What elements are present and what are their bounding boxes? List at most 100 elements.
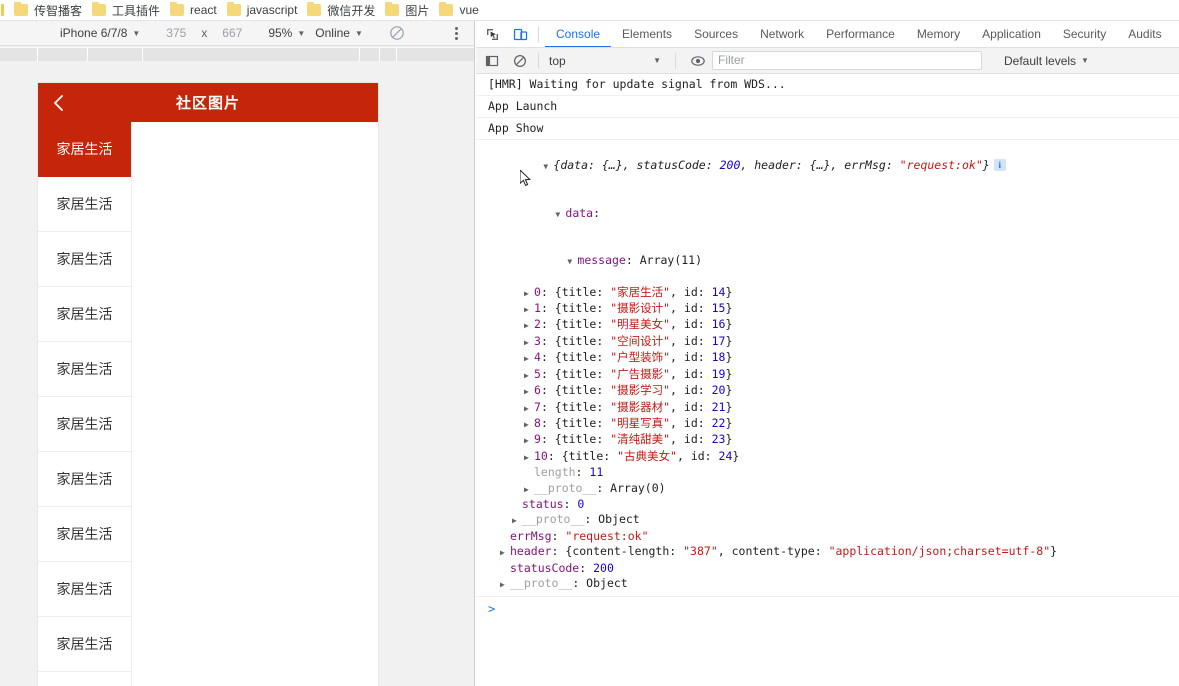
tab-console[interactable]: Console: [545, 21, 612, 47]
throttling-select[interactable]: Online ▼: [315, 26, 363, 40]
array-index: 1: [534, 301, 541, 316]
expand-triangle-icon[interactable]: ▶: [524, 401, 534, 416]
viewport-width-input[interactable]: 375: [158, 26, 194, 40]
expand-triangle-icon[interactable]: ▶: [524, 318, 534, 333]
expand-triangle-icon[interactable]: ▼: [555, 207, 565, 222]
summary-status-sep: :: [705, 158, 720, 173]
header-content-length-value: "387": [683, 544, 718, 559]
expand-triangle-icon[interactable]: ▶: [524, 335, 534, 350]
more-options-icon[interactable]: [449, 26, 463, 40]
expand-triangle-icon[interactable]: ▶: [524, 368, 534, 383]
array-item-2[interactable]: ▶ 2: {title: "明星美女", id: 16}: [476, 317, 1179, 333]
array-item-10[interactable]: ▶ 10: {title: "古典美女", id: 24}: [476, 449, 1179, 465]
array-id: 18: [711, 350, 726, 365]
category-item-9[interactable]: 家居生活: [38, 617, 131, 672]
bookmark-item-3[interactable]: javascript: [226, 2, 298, 17]
toggle-device-toolbar-icon[interactable]: [508, 22, 532, 46]
tab-application[interactable]: Application: [971, 21, 1052, 47]
bookmark-folder-partial-icon[interactable]: [1, 4, 4, 16]
array-title: "摄影设计": [610, 301, 671, 316]
array-item-1[interactable]: ▶ 1: {title: "摄影设计", id: 15}: [476, 301, 1179, 317]
expand-triangle-icon[interactable]: ▶: [512, 513, 522, 528]
expand-triangle-icon[interactable]: ▶: [524, 302, 534, 317]
category-item-5[interactable]: 家居生活: [38, 397, 131, 452]
expand-triangle-icon[interactable]: ▶: [524, 417, 534, 432]
category-item-10[interactable]: 家居生活: [38, 672, 131, 686]
back-chevron-icon[interactable]: [48, 92, 70, 114]
array-id: 21: [711, 399, 726, 414]
console-log[interactable]: [HMR] Waiting for update signal from WDS…: [476, 74, 1179, 617]
expand-triangle-icon[interactable]: ▶: [524, 286, 534, 301]
bookmark-item-5[interactable]: 图片: [385, 2, 429, 19]
viewport-scroll-ruler[interactable]: [0, 47, 474, 61]
page-title: 社区图片: [175, 95, 240, 112]
category-item-1[interactable]: 家居生活: [38, 177, 131, 232]
category-label: 家居生活: [56, 581, 113, 597]
info-badge-icon[interactable]: i: [993, 159, 1006, 172]
console-sidebar-icon[interactable]: [480, 49, 504, 73]
tab-elements[interactable]: Elements: [611, 21, 683, 47]
expand-triangle-icon[interactable]: ▶: [500, 577, 510, 592]
tab-vue[interactable]: Vue: [1173, 21, 1179, 47]
log-levels-select[interactable]: Default levels ▼: [1004, 54, 1089, 68]
array-item-9[interactable]: ▶ 9: {title: "清纯甜美", id: 23}: [476, 432, 1179, 448]
category-item-6[interactable]: 家居生活: [38, 452, 131, 507]
tree-proto-object-node-2[interactable]: ▶ __proto__: Object: [476, 576, 1179, 592]
bookmark-item-6[interactable]: vue: [439, 2, 479, 17]
category-item-3[interactable]: 家居生活: [38, 287, 131, 342]
expand-triangle-icon[interactable]: ▶: [524, 482, 534, 497]
tree-message-node[interactable]: ▼ message: Array(11): [476, 237, 1179, 284]
tree-header-node[interactable]: ▶ header: {content-length: "387", content…: [476, 544, 1179, 560]
tree-proto-object-node-1[interactable]: ▶ __proto__: Object: [476, 512, 1179, 528]
inspect-element-icon[interactable]: [480, 22, 504, 46]
live-expression-icon[interactable]: [686, 49, 710, 73]
bookmark-item-2[interactable]: react: [170, 2, 217, 17]
viewport-height-input[interactable]: 667: [214, 26, 250, 40]
tree-data-node[interactable]: ▼ data:: [476, 190, 1179, 237]
expand-triangle-icon[interactable]: ▶: [500, 545, 510, 560]
array-item-0[interactable]: ▶ 0: {title: "家居生活", id: 14}: [476, 285, 1179, 301]
tab-security[interactable]: Security: [1052, 21, 1117, 47]
tab-performance[interactable]: Performance: [815, 21, 906, 47]
category-item-4[interactable]: 家居生活: [38, 342, 131, 397]
array-item-7[interactable]: ▶ 7: {title: "摄影器材", id: 21}: [476, 400, 1179, 416]
array-item-6[interactable]: ▶ 6: {title: "摄影学习", id: 20}: [476, 383, 1179, 399]
console-filter-input[interactable]: Filter: [712, 51, 982, 70]
tree-proto-array-node[interactable]: ▶ __proto__: Array(0): [476, 481, 1179, 497]
array-item-8[interactable]: ▶ 8: {title: "明星写真", id: 22}: [476, 416, 1179, 432]
tab-network[interactable]: Network: [749, 21, 815, 47]
expand-triangle-icon[interactable]: ▶: [524, 450, 534, 465]
expand-triangle-icon[interactable]: ▼: [567, 254, 577, 269]
zoom-select[interactable]: 95% ▼: [268, 26, 305, 40]
tab-audits[interactable]: Audits: [1117, 21, 1172, 47]
category-item-2[interactable]: 家居生活: [38, 232, 131, 287]
array-item-5[interactable]: ▶ 5: {title: "广告摄影", id: 19}: [476, 367, 1179, 383]
category-item-8[interactable]: 家居生活: [38, 562, 131, 617]
tab-memory[interactable]: Memory: [906, 21, 971, 47]
category-item-0[interactable]: 家居生活: [38, 122, 131, 177]
clear-console-icon[interactable]: [508, 49, 532, 73]
array-item-4[interactable]: ▶ 4: {title: "户型装饰", id: 18}: [476, 350, 1179, 366]
bookmark-label: javascript: [246, 3, 298, 17]
bookmark-item-0[interactable]: 传智播客: [14, 2, 82, 19]
log-levels-value: Default levels: [1004, 53, 1077, 68]
array-item-3[interactable]: ▶ 3: {title: "空间设计", id: 17}: [476, 334, 1179, 350]
console-response-object[interactable]: ▼ {data: {…}, statusCode: 200, header: {……: [476, 140, 1179, 596]
category-item-7[interactable]: 家居生活: [38, 507, 131, 562]
tab-sources[interactable]: Sources: [683, 21, 749, 47]
expand-triangle-icon[interactable]: ▼: [543, 159, 553, 174]
expand-triangle-icon[interactable]: ▶: [524, 433, 534, 448]
device-viewport[interactable]: 社区图片 家居生活 家居生活 家居生活 家居生活 家居生活 家居生活 家居生活 …: [38, 83, 378, 686]
bookmark-item-1[interactable]: 工具插件: [92, 2, 160, 19]
folder-icon: [226, 2, 241, 16]
expand-triangle-icon[interactable]: ▶: [524, 351, 534, 366]
array-title: "明星美女": [610, 317, 671, 332]
expand-triangle-icon[interactable]: ▶: [524, 384, 534, 399]
console-prompt[interactable]: >: [476, 596, 1179, 616]
execution-context-select[interactable]: top ▼: [549, 54, 669, 68]
response-summary-line[interactable]: ▼ {data: {…}, statusCode: 200, header: {……: [476, 143, 1179, 190]
device-select[interactable]: iPhone 6/7/8 ▼: [60, 26, 140, 40]
bookmark-item-4[interactable]: 微信开发: [307, 2, 375, 19]
array-title: "家居生活": [610, 284, 671, 299]
rotate-device-icon[interactable]: [389, 25, 405, 41]
